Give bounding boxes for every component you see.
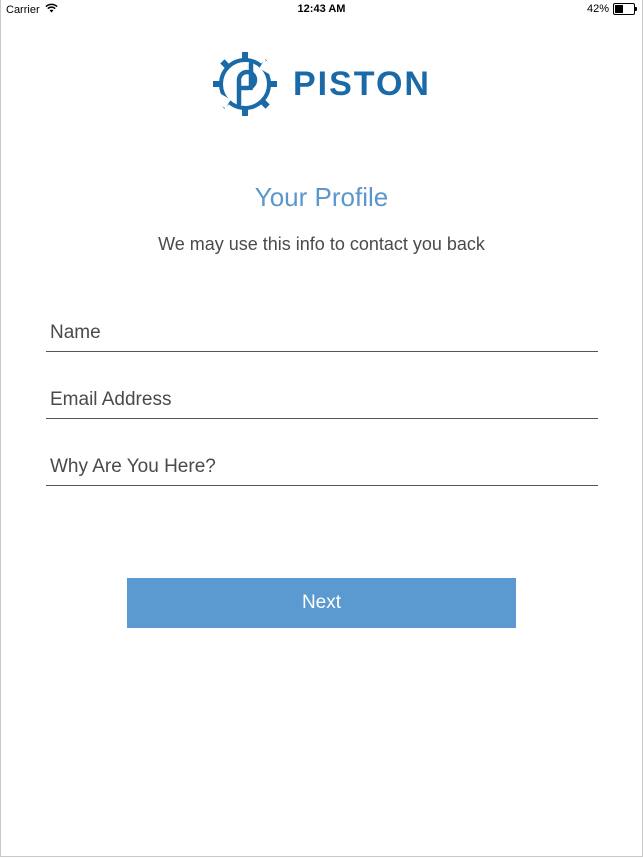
next-button[interactable]: Next	[127, 578, 516, 628]
piston-gear-icon	[213, 52, 277, 116]
piston-logo: PISTON	[209, 48, 431, 120]
email-input[interactable]	[46, 382, 598, 418]
battery-icon	[613, 3, 637, 15]
name-input[interactable]	[46, 315, 598, 351]
page-subtitle: We may use this info to contact you back	[158, 234, 485, 254]
why-field-container	[46, 449, 598, 486]
why-input[interactable]	[46, 449, 598, 485]
battery-percent: 42%	[586, 3, 609, 15]
email-field-container	[46, 382, 598, 419]
logo-text: PISTON	[293, 64, 431, 103]
status-bar: Carrier 12:43 AM 42%	[0, 0, 643, 18]
page-title: Your Profile	[254, 182, 389, 212]
battery-fill	[615, 5, 623, 13]
name-field-container	[46, 315, 598, 352]
status-time: 12:43 AM	[297, 3, 346, 15]
app-frame	[0, 0, 643, 857]
status-right: 42%	[586, 3, 637, 15]
